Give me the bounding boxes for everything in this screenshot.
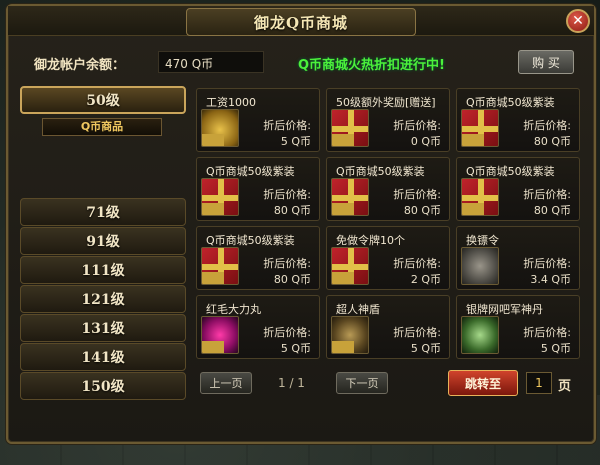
balance-row: 御龙帐户余额： 470 Q币 Q币商城火热折扣进行中! 购 买: [20, 48, 580, 78]
gift-box-icon: [461, 178, 499, 216]
item-name: 红毛大力丸: [206, 303, 261, 316]
price-label: 折后价格:: [263, 326, 311, 339]
level-sub-qcoin-goods[interactable]: Q币商品: [42, 118, 162, 136]
item-card[interactable]: Q币商城50级紫装 折后价格: 80 Q币: [326, 157, 450, 221]
pager: 上一页 1 / 1 下一页 跳转至 1 页: [196, 370, 582, 398]
price-label: 折后价格:: [523, 257, 571, 270]
level-tab-71[interactable]: 71级: [20, 198, 186, 226]
buy-button[interactable]: 购 买: [518, 50, 574, 74]
item-card[interactable]: 换镖令 折后价格: 3.4 Q币: [456, 226, 580, 290]
item-name: Q币商城50级紫装: [206, 234, 295, 247]
shield-icon: [331, 316, 369, 354]
price-label: 折后价格:: [263, 257, 311, 270]
gift-box-icon: [331, 109, 369, 147]
item-price: 80 Q币: [533, 135, 571, 148]
item-name: Q币商城50级紫装: [466, 165, 555, 178]
item-price: 5 Q币: [280, 135, 311, 148]
price-label: 折后价格:: [523, 326, 571, 339]
price-label: 折后价格:: [523, 188, 571, 201]
window-title: 御龙Q币商城: [253, 13, 349, 32]
page-indicator: 1 / 1: [278, 376, 305, 390]
balance-label: 御龙帐户余额：: [34, 58, 126, 73]
price-label: 折后价格:: [393, 188, 441, 201]
item-name: Q币商城50级紫装: [336, 165, 425, 178]
page-number-input[interactable]: 1: [526, 372, 552, 394]
item-price: 3.4 Q币: [530, 273, 571, 286]
item-card[interactable]: Q币商城50级紫装 折后价格: 80 Q币: [196, 157, 320, 221]
item-card[interactable]: 超人神盾 折后价格: 5 Q币: [326, 295, 450, 359]
price-label: 折后价格:: [263, 188, 311, 201]
item-price: 80 Q币: [273, 273, 311, 286]
item-card[interactable]: 红毛大力丸 折后价格: 5 Q币: [196, 295, 320, 359]
gold-ingot-icon: [201, 109, 239, 147]
pink-pill-icon: [201, 316, 239, 354]
item-price: 5 Q币: [540, 342, 571, 355]
item-price: 80 Q币: [403, 204, 441, 217]
green-pill-icon: [461, 316, 499, 354]
balance-value: 470 Q币: [158, 51, 264, 73]
item-grid: 工资1000 折后价格: 5 Q币 50级额外奖励[赠送] 折后价格: 0 Q币…: [196, 88, 582, 360]
price-label: 折后价格:: [263, 119, 311, 132]
item-price: 5 Q币: [410, 342, 441, 355]
item-card[interactable]: 免做令牌10个 折后价格: 2 Q币: [326, 226, 450, 290]
gift-box-icon: [201, 247, 239, 285]
item-name: 超人神盾: [336, 303, 380, 316]
item-name: Q币商城50级紫装: [206, 165, 295, 178]
item-card[interactable]: Q币商城50级紫装 折后价格: 80 Q币: [456, 157, 580, 221]
level-tab-141[interactable]: 141级: [20, 343, 186, 371]
level-tab-131[interactable]: 131级: [20, 314, 186, 342]
level-tab-111[interactable]: 111级: [20, 256, 186, 284]
gift-box-icon: [331, 178, 369, 216]
item-card[interactable]: 50级额外奖励[赠送] 折后价格: 0 Q币: [326, 88, 450, 152]
token-coin-icon: [461, 247, 499, 285]
gift-box-icon: [331, 247, 369, 285]
item-card[interactable]: 工资1000 折后价格: 5 Q币: [196, 88, 320, 152]
item-name: Q币商城50级紫装: [466, 96, 555, 109]
jump-button[interactable]: 跳转至: [448, 370, 518, 396]
page-unit-label: 页: [558, 379, 572, 394]
level-tab-121[interactable]: 121级: [20, 285, 186, 313]
item-price: 0 Q币: [410, 135, 441, 148]
item-card[interactable]: 银牌网吧军神丹 折后价格: 5 Q币: [456, 295, 580, 359]
price-label: 折后价格:: [393, 326, 441, 339]
next-page-button[interactable]: 下一页: [336, 372, 388, 394]
gift-box-icon: [201, 178, 239, 216]
item-name: 50级额外奖励[赠送]: [336, 96, 436, 109]
item-price: 80 Q币: [273, 204, 311, 217]
level-tab-50[interactable]: 50级: [20, 86, 186, 114]
price-label: 折后价格:: [523, 119, 571, 132]
close-button[interactable]: ✕: [566, 9, 590, 33]
item-name: 换镖令: [466, 234, 499, 247]
price-label: 折后价格:: [393, 119, 441, 132]
item-name: 工资1000: [206, 96, 256, 109]
price-label: 折后价格:: [393, 257, 441, 270]
level-tab-91[interactable]: 91级: [20, 227, 186, 255]
prev-page-button[interactable]: 上一页: [200, 372, 252, 394]
gift-box-icon: [461, 109, 499, 147]
item-name: 银牌网吧军神丹: [466, 303, 543, 316]
item-price: 5 Q币: [280, 342, 311, 355]
item-price: 80 Q币: [533, 204, 571, 217]
title-bar: 御龙Q币商城 ✕: [8, 6, 594, 36]
item-name: 免做令牌10个: [336, 234, 405, 247]
title-plate: 御龙Q币商城: [186, 8, 416, 36]
item-card[interactable]: Q币商城50级紫装 折后价格: 80 Q币: [456, 88, 580, 152]
promo-text: Q币商城火热折扣进行中!: [298, 58, 445, 73]
item-price: 2 Q币: [410, 273, 441, 286]
level-tab-150[interactable]: 150级: [20, 372, 186, 400]
item-card[interactable]: Q币商城50级紫装 折后价格: 80 Q币: [196, 226, 320, 290]
